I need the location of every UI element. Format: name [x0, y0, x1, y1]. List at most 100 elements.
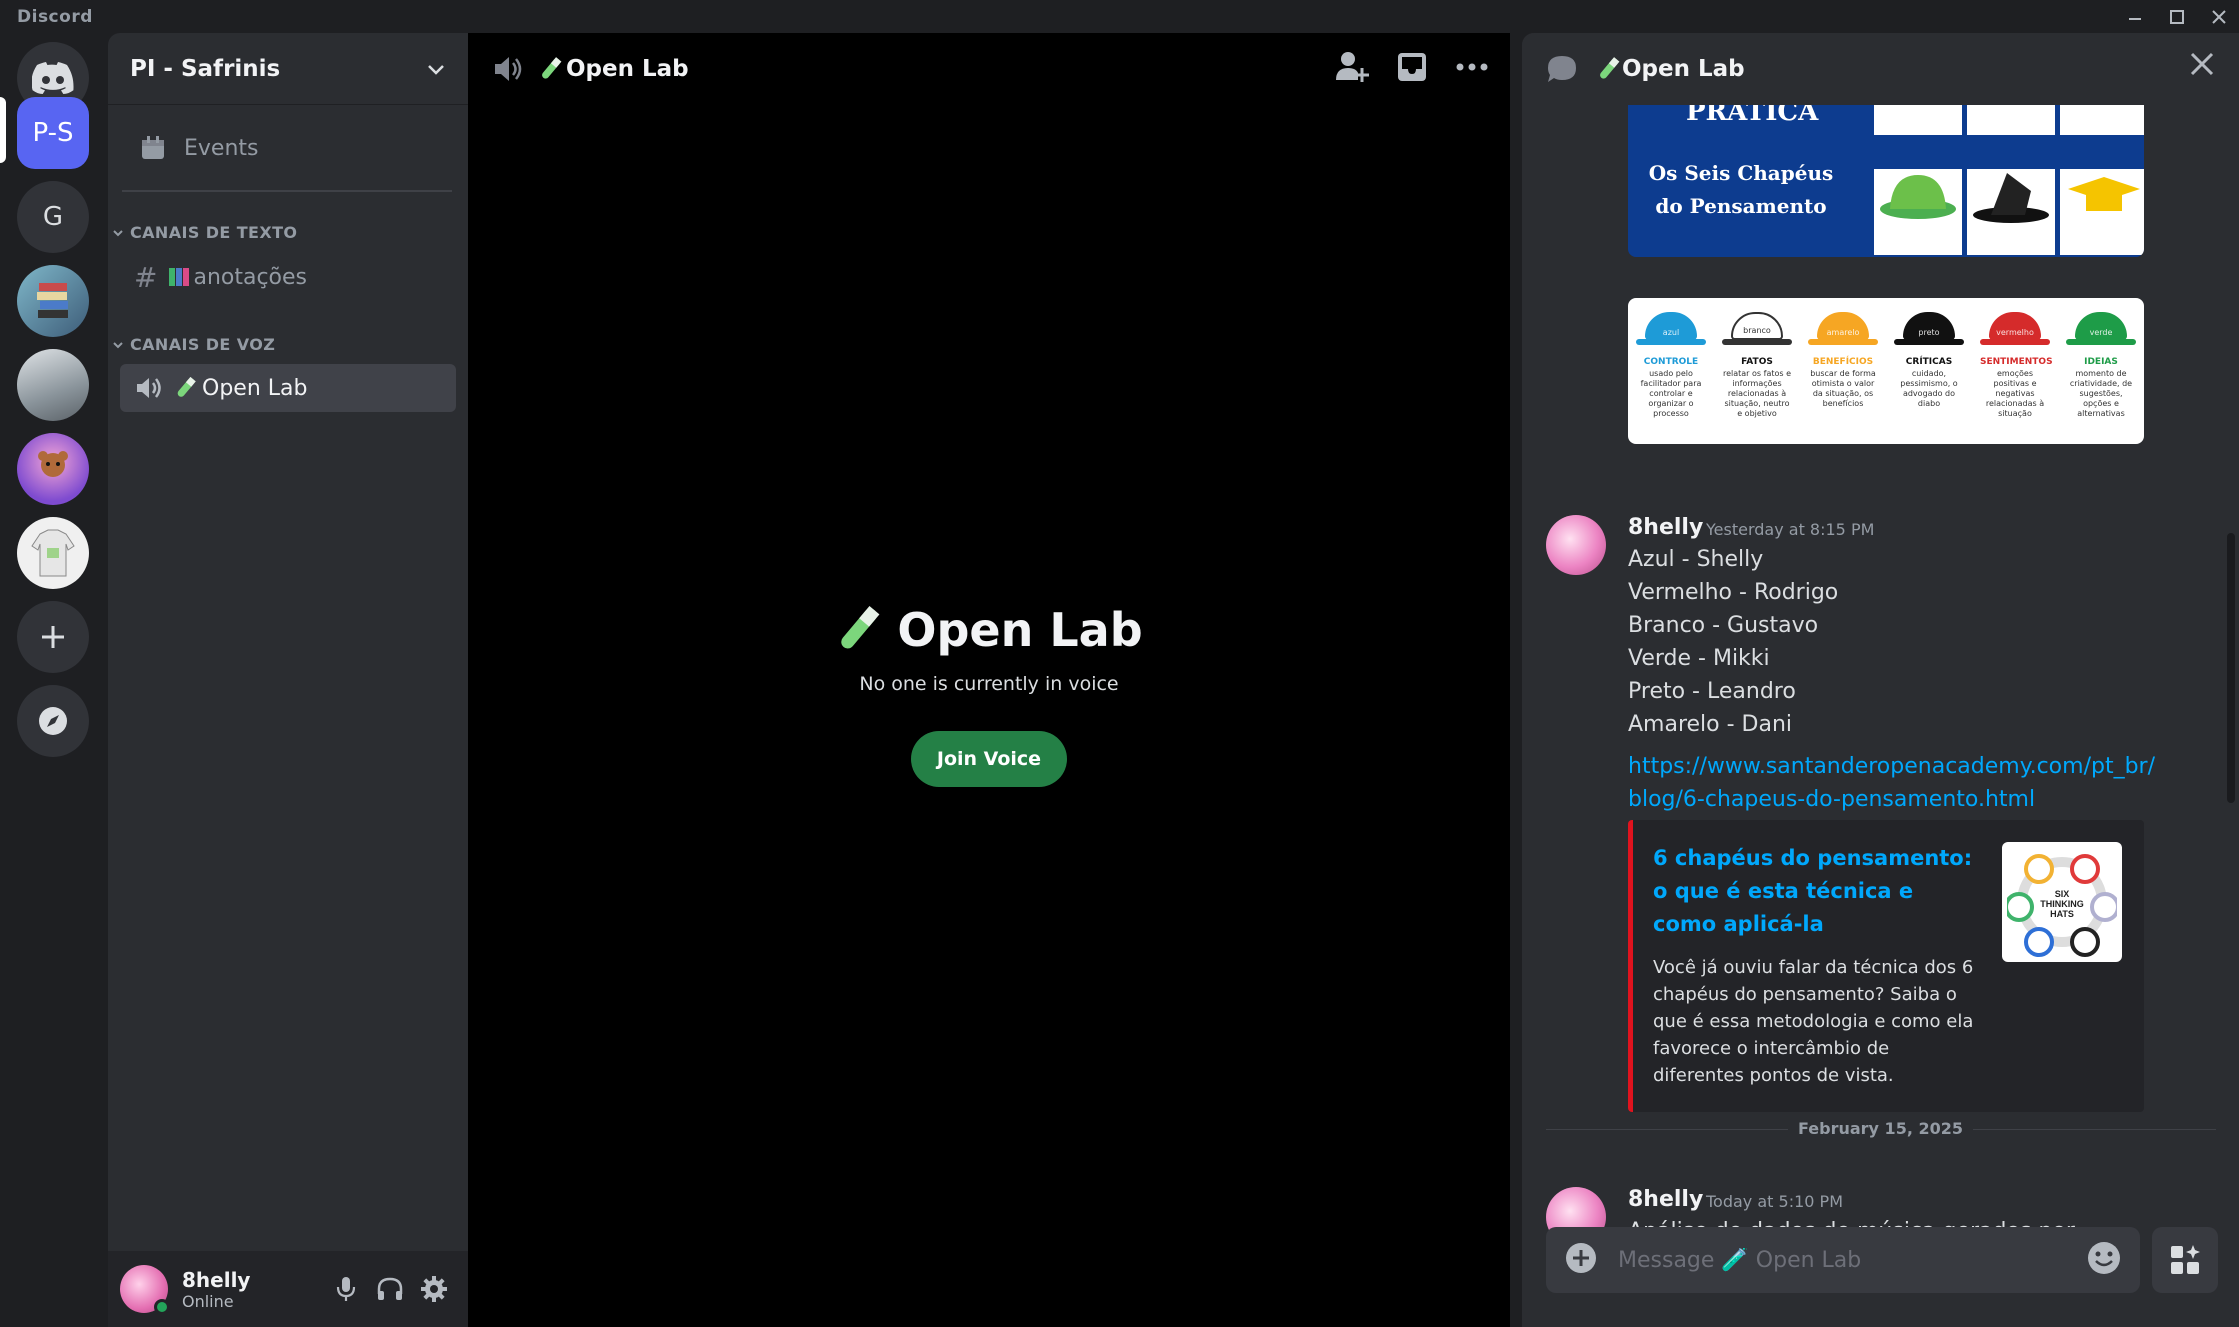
divider: [122, 190, 452, 192]
user-avatar[interactable]: [120, 1265, 170, 1315]
channel-sidebar: PI - Safrinis Events CANAIS DE TEXTO # a…: [108, 33, 468, 1327]
poster-heading: PRÁTICA: [1686, 105, 1819, 127]
apps-icon[interactable]: [2152, 1227, 2218, 1293]
scrollbar[interactable]: [2227, 533, 2235, 803]
author-name[interactable]: 8helly: [1628, 1187, 1703, 1212]
category-label: CANAIS DE TEXTO: [130, 223, 298, 242]
hat-description: relatar os fatos e informações relaciona…: [1722, 369, 1792, 418]
message-line: Branco - Gustavo: [1628, 613, 1819, 638]
active-server-pill: [0, 97, 6, 163]
message-line: Verde - Mikki: [1628, 646, 1770, 671]
server-label: P-S: [32, 118, 74, 148]
voice-heading: Open Lab: [897, 603, 1143, 657]
add-friend-icon[interactable]: [1332, 47, 1372, 87]
channel-open-lab[interactable]: Open Lab: [120, 364, 456, 412]
message-input[interactable]: [1618, 1247, 2086, 1273]
events-link[interactable]: Events: [120, 123, 456, 173]
hat-name: BENEFÍCIOS: [1812, 357, 1874, 367]
svg-text:THINKING: THINKING: [2040, 899, 2084, 909]
minimize-icon[interactable]: [2115, 0, 2155, 33]
embed-thumbnail[interactable]: SIX THINKING HATS: [2002, 842, 2122, 962]
poster-title: Os Seis Chapéus do Pensamento: [1648, 161, 1834, 218]
hat-description: usado pelo facilitador para controlar e …: [1640, 369, 1702, 418]
gear-icon[interactable]: [412, 1267, 456, 1311]
hat-branco: branco FATOS relatar os fatos e informaçõe…: [1722, 312, 1792, 419]
message-line: Amarelo - Dani: [1628, 712, 1793, 737]
hat-color-label: verde: [2089, 328, 2113, 337]
chat-panel-header: Open Lab: [1522, 33, 2239, 105]
close-icon[interactable]: [2189, 51, 2215, 81]
more-options-icon[interactable]: [1452, 47, 1492, 87]
user-status: Online: [182, 1291, 234, 1311]
app-brand: Discord: [17, 7, 93, 27]
link-embed: 6 chapéus do pensamento: o que é esta té…: [1628, 820, 2144, 1112]
server-shirt-avatar[interactable]: [17, 517, 89, 589]
embed-description: Você já ouviu falar da técnica dos 6 cha…: [1653, 957, 1974, 1086]
server-grey-avatar[interactable]: [17, 349, 89, 421]
chevron-down-icon: [113, 229, 123, 236]
message-line: Preto - Leandro: [1628, 679, 1796, 704]
voice-channel-view: Open Lab Open Lab No one is currently in…: [468, 33, 1510, 1327]
server-characters-avatar[interactable]: [17, 433, 89, 505]
category-label: CANAIS DE VOZ: [130, 335, 276, 354]
maximize-icon[interactable]: [2157, 0, 2197, 33]
image-attachment-six-hats-chart[interactable]: azul CONTROLE usado pelo facilitador para …: [1628, 298, 2144, 444]
message-timestamp: Yesterday at 8:15 PM: [1706, 520, 1875, 539]
channel-label: anotações: [193, 264, 308, 290]
category-text-channels[interactable]: CANAIS DE TEXTO: [112, 223, 297, 242]
add-server-icon[interactable]: [17, 601, 89, 673]
guild-name: PI - Safrinis: [130, 55, 281, 82]
server-books-avatar[interactable]: [17, 265, 89, 337]
server-g[interactable]: G: [17, 181, 89, 253]
test-tube-icon: [542, 57, 562, 79]
hashtag-icon: #: [134, 260, 158, 294]
embed-title[interactable]: 6 chapéus do pensamento: o que é esta té…: [1653, 842, 1973, 941]
chevron-down-icon: [428, 64, 444, 75]
hat-color-label: branco: [1743, 326, 1771, 335]
speaker-icon: [495, 57, 522, 81]
server-rail: P-S G: [0, 33, 108, 1327]
discover-compass-icon[interactable]: [17, 685, 89, 757]
author-name[interactable]: 8helly: [1628, 515, 1703, 540]
date-divider-label: February 15, 2025: [1522, 1119, 2239, 1138]
headphones-icon[interactable]: [368, 1267, 412, 1311]
black-hat-card: [1967, 105, 2055, 255]
message-line: Vermelho - Rodrigo: [1628, 580, 1839, 605]
events-label: Events: [184, 135, 259, 161]
hat-amarelo: amarelo BENEFÍCIOS buscar de forma otimist…: [1808, 312, 1878, 409]
title-bar: Discord: [0, 0, 2239, 33]
hat-name: CONTROLE: [1643, 357, 1699, 367]
svg-text:SIX: SIX: [2055, 889, 2070, 899]
category-voice-channels[interactable]: CANAIS DE VOZ: [112, 335, 275, 354]
image-attachment-six-hats-poster[interactable]: PRÁTICA Os Seis Chapéus do Pensamento: [1628, 105, 2144, 257]
hat-description: buscar de forma otimista o valor da situ…: [1810, 369, 1876, 408]
server-label: G: [42, 202, 64, 232]
message-link[interactable]: https://www.santanderopenacademy.com/pt_…: [1628, 750, 2158, 816]
svg-text:HATS: HATS: [2050, 909, 2074, 919]
hat-verde: verde IDEIAS momento de criatividade, de s…: [2066, 312, 2136, 419]
channel-anotacoes[interactable]: # anotações: [120, 253, 456, 301]
voice-empty-state: Open Lab No one is currently in voice Jo…: [468, 603, 1510, 787]
hat-color-label: azul: [1662, 328, 1680, 337]
hat-color-label: amarelo: [1826, 328, 1860, 337]
voice-subtitle: No one is currently in voice: [859, 673, 1119, 695]
yellow-hat-card: [2060, 105, 2144, 255]
text-chat-panel: Open Lab PRÁTICA Os Seis Chapéus do Pens…: [1522, 33, 2239, 1327]
author-avatar[interactable]: [1546, 515, 1606, 575]
hat-preto: preto CRÍTICAS cuidado, pessimismo, o advo…: [1894, 312, 1964, 409]
hat-name: SENTIMENTOS: [1980, 357, 2053, 367]
chat-panel-title: Open Lab: [1622, 56, 1745, 82]
panel-gap: [1510, 33, 1522, 1327]
inbox-icon[interactable]: [1392, 47, 1432, 87]
message-list: PRÁTICA Os Seis Chapéus do Pensamento az…: [1522, 105, 2239, 1241]
voice-header: Open Lab: [468, 33, 1510, 105]
microphone-icon[interactable]: [324, 1267, 368, 1311]
guild-header[interactable]: PI - Safrinis: [108, 33, 468, 105]
hat-name: FATOS: [1741, 357, 1773, 367]
add-attachment-icon[interactable]: [1564, 1241, 1598, 1279]
server-pi-safrinis[interactable]: P-S: [17, 97, 89, 169]
close-window-icon[interactable]: [2199, 0, 2239, 33]
join-voice-button[interactable]: Join Voice: [910, 731, 1068, 787]
message-timestamp: Today at 5:10 PM: [1706, 1192, 1843, 1211]
emoji-icon[interactable]: [2086, 1240, 2122, 1280]
